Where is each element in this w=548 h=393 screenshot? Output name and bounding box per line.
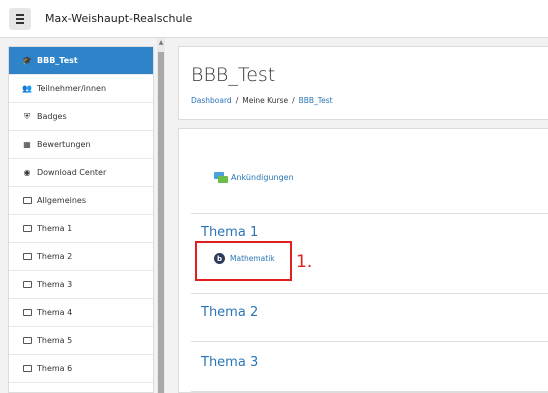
breadcrumb-my-courses[interactable]: Meine Kurse xyxy=(242,96,288,105)
sidebar-item-allgemeines[interactable]: Allgemeines xyxy=(9,187,153,215)
sidebar-item-participants[interactable]: 👥 Teilnehmer/innen xyxy=(9,75,153,103)
sidebar-item-badges[interactable]: ⛨ Badges xyxy=(9,103,153,131)
section-title-thema-2[interactable]: Thema 2 xyxy=(201,305,258,320)
folder-icon xyxy=(22,197,32,204)
section-divider xyxy=(191,341,548,342)
sidebar-item-label: Download Center xyxy=(37,168,107,177)
sidebar-item-label: Bewertungen xyxy=(37,140,91,149)
sidebar-item-label: Thema 1 xyxy=(37,224,73,233)
breadcrumb: Dashboard / Meine Kurse / BBB_Test xyxy=(191,96,333,105)
sidebar-item-label: Thema 4 xyxy=(37,308,73,317)
announcements-link[interactable]: Ankündigungen xyxy=(231,173,294,182)
course-sidebar: 🎓 BBB_Test 👥 Teilnehmer/innen ⛨ Badges ▦… xyxy=(8,46,154,393)
folder-icon xyxy=(22,281,32,288)
forum-icon xyxy=(214,172,228,183)
page-title: BBB_Test xyxy=(191,64,276,86)
sidebar-item-label: Thema 3 xyxy=(37,280,73,289)
annotation-step-label: 1. xyxy=(296,252,313,272)
section-title-thema-1[interactable]: Thema 1 xyxy=(201,225,258,240)
sidebar-item-grades[interactable]: ▦ Bewertungen xyxy=(9,131,153,159)
sidebar-item-thema-2[interactable]: Thema 2 xyxy=(9,243,153,271)
sidebar-item-thema-3[interactable]: Thema 3 xyxy=(9,271,153,299)
sidebar-item-label: Teilnehmer/innen xyxy=(37,84,107,93)
page-header: BBB_Test Dashboard / Meine Kurse / BBB_Test xyxy=(178,46,548,120)
section-divider xyxy=(191,293,548,294)
folder-icon xyxy=(22,225,32,232)
sidebar-item-label: Thema 2 xyxy=(37,252,73,261)
sidebar-item-thema-1[interactable]: Thema 1 xyxy=(9,215,153,243)
announcements-activity[interactable]: Ankündigungen xyxy=(214,172,294,183)
sidebar-item-label: Thema 6 xyxy=(37,364,73,373)
section-divider xyxy=(191,391,548,392)
breadcrumb-course[interactable]: BBB_Test xyxy=(299,96,333,105)
scroll-up-arrow-icon[interactable]: ▲ xyxy=(158,40,164,46)
sidebar-item-label: Thema 5 xyxy=(37,336,73,345)
top-navbar: Max-Weishaupt-Realschule xyxy=(0,0,548,38)
annotation-highlight-box xyxy=(195,241,292,281)
section-title-thema-3[interactable]: Thema 3 xyxy=(201,355,258,370)
sidebar-item-download-center[interactable]: ◉ Download Center xyxy=(9,159,153,187)
sidebar-scrollbar-thumb[interactable] xyxy=(158,52,164,393)
sidebar-item-thema-4[interactable]: Thema 4 xyxy=(9,299,153,327)
users-icon: 👥 xyxy=(22,84,32,93)
sidebar-item-label: Badges xyxy=(37,112,67,121)
section-divider xyxy=(191,213,548,214)
breadcrumb-dashboard[interactable]: Dashboard xyxy=(191,96,232,105)
folder-icon xyxy=(22,337,32,344)
hamburger-icon[interactable] xyxy=(9,7,31,30)
sidebar-item-thema-6[interactable]: Thema 6 xyxy=(9,355,153,383)
graduation-cap-icon: 🎓 xyxy=(22,56,32,65)
site-name[interactable]: Max-Weishaupt-Realschule xyxy=(45,12,192,25)
shield-icon: ⛨ xyxy=(24,111,30,121)
download-icon: ◉ xyxy=(23,168,31,177)
sidebar-item-bbb-test[interactable]: 🎓 BBB_Test xyxy=(9,47,153,75)
sidebar-item-label: BBB_Test xyxy=(37,56,78,65)
folder-icon xyxy=(22,309,32,316)
folder-icon xyxy=(22,365,32,372)
folder-icon xyxy=(22,253,32,260)
sidebar-item-label: Allgemeines xyxy=(37,196,87,205)
sidebar-item-thema-5[interactable]: Thema 5 xyxy=(9,327,153,355)
table-icon: ▦ xyxy=(23,140,31,149)
